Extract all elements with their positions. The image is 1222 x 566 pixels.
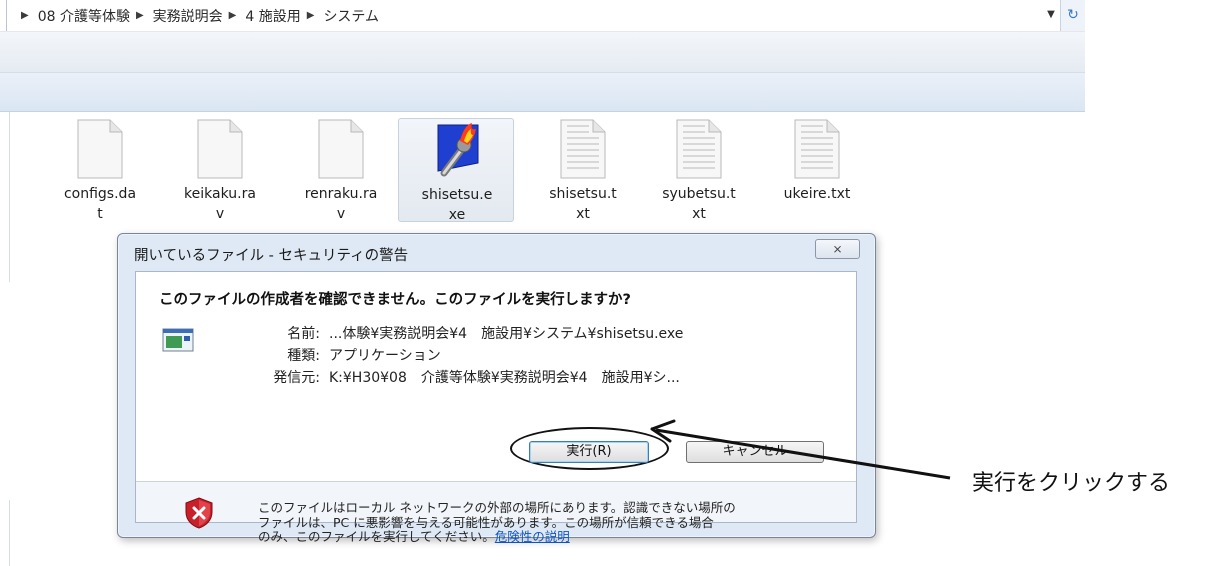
annotation-text: 実行をクリックする: [972, 471, 1171, 496]
